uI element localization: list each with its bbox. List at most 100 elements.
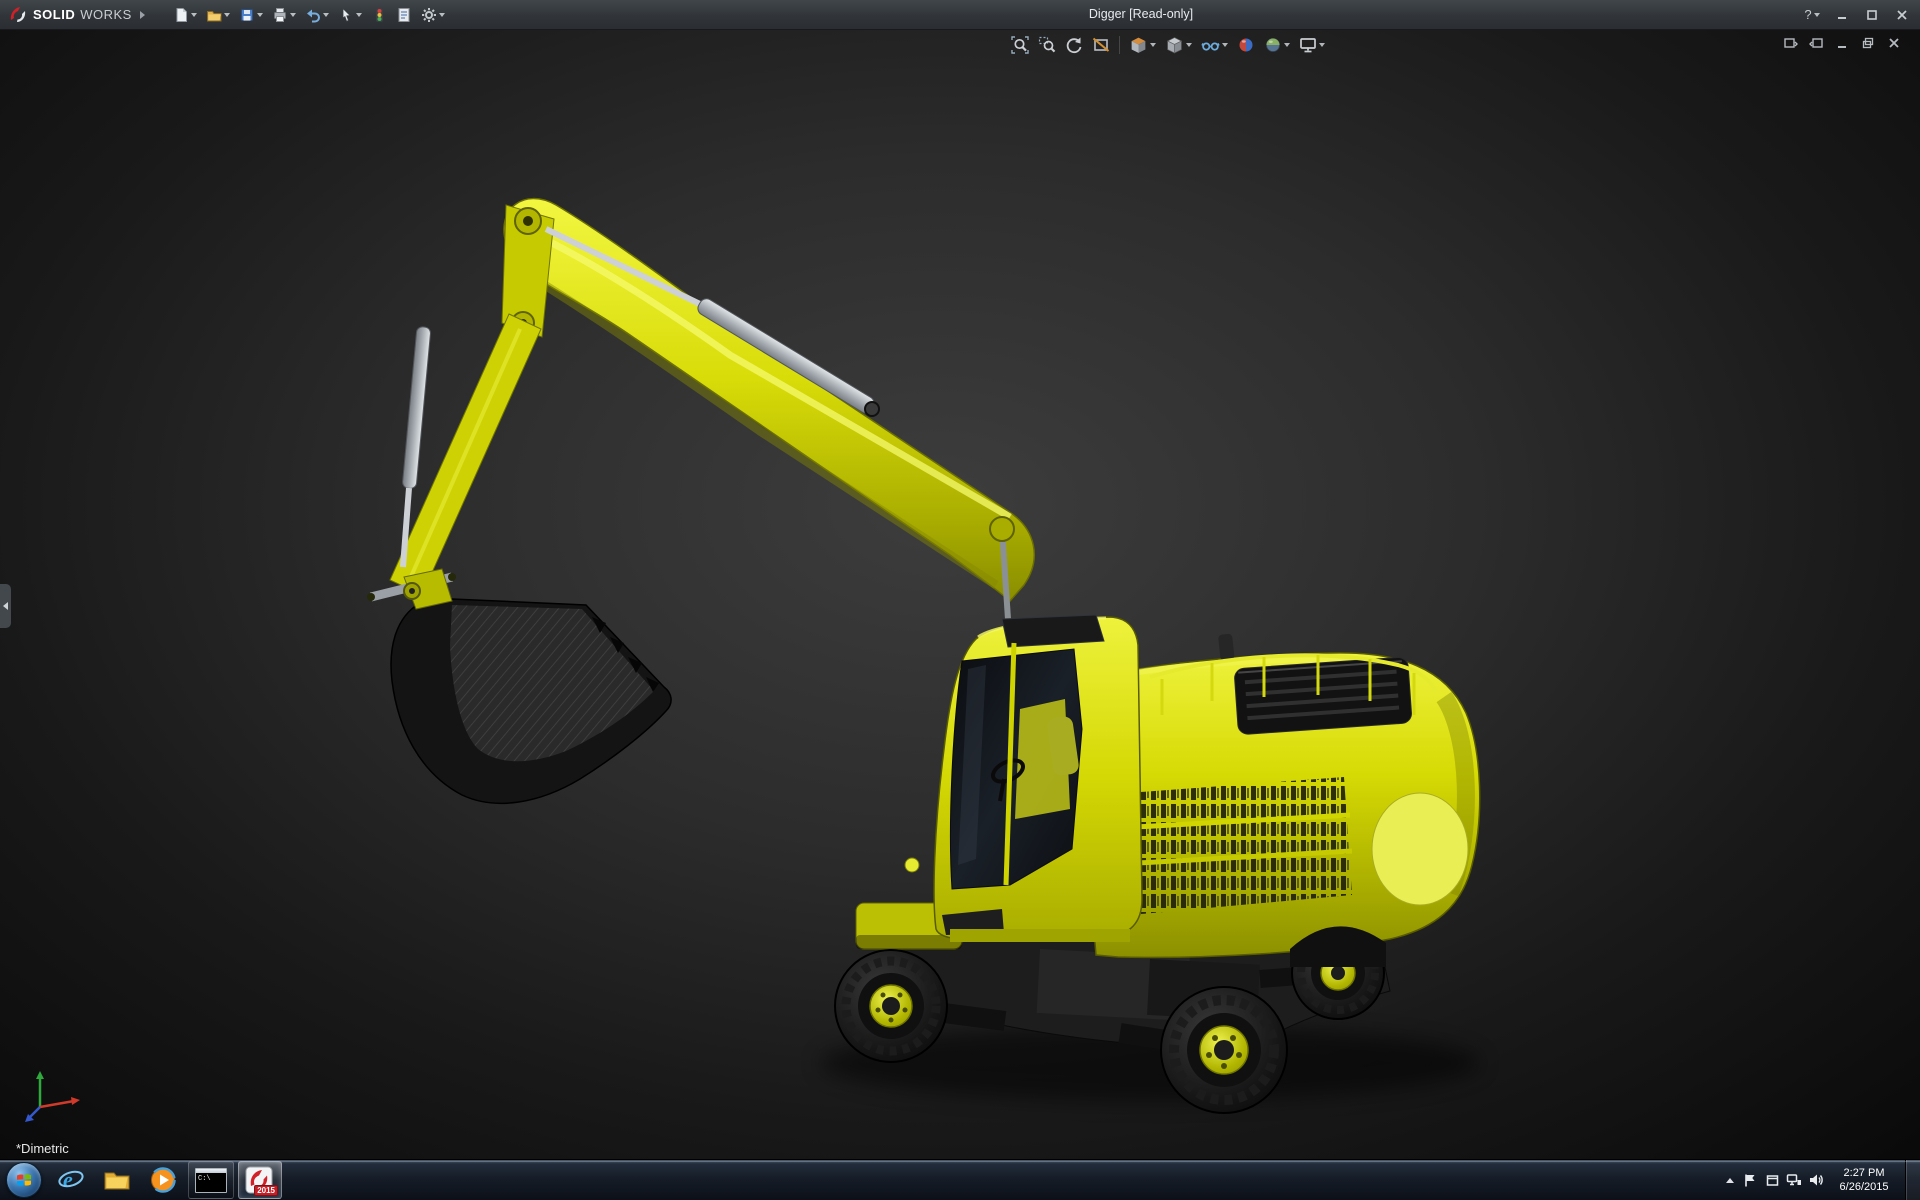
- open-button[interactable]: [202, 3, 234, 27]
- mdi-window-controls: [1780, 34, 1904, 52]
- dropdown-caret: [290, 13, 296, 17]
- rebuild-button[interactable]: [367, 3, 391, 27]
- taskbar-clock[interactable]: 2:27 PM 6/26/2015: [1827, 1166, 1901, 1194]
- previous-view-button[interactable]: [1062, 32, 1086, 58]
- close-document-icon: [1887, 36, 1901, 50]
- undo-button[interactable]: [301, 3, 333, 27]
- work-light: [905, 858, 919, 872]
- menu-expand-arrow-icon[interactable]: [140, 11, 145, 19]
- restore-window-left-icon: [1783, 36, 1798, 51]
- show-desktop-button[interactable]: [1905, 1160, 1920, 1200]
- dropdown-caret: [1319, 43, 1325, 47]
- section-view-button[interactable]: [1089, 32, 1113, 58]
- restore-window-left-button[interactable]: [1780, 34, 1800, 52]
- command-prompt-taskbar-button[interactable]: C:\: [188, 1161, 234, 1199]
- minimize-icon: [1836, 9, 1848, 21]
- engine-hood-vents: [1234, 657, 1412, 735]
- restore-window-right-button[interactable]: [1806, 34, 1826, 52]
- options-button[interactable]: [417, 3, 449, 27]
- front-right-wheel[interactable]: [1161, 987, 1287, 1113]
- windows-taskbar: e C:\: [0, 1159, 1920, 1200]
- view-settings-button[interactable]: [1296, 32, 1328, 58]
- display-style-button[interactable]: [1162, 32, 1195, 58]
- orientation-triad: [24, 1063, 88, 1132]
- engine-body[interactable]: [1091, 634, 1479, 967]
- app-name-light: WORKS: [80, 7, 132, 22]
- dropdown-caret: [191, 13, 197, 17]
- windows-flag-icon: [15, 1171, 33, 1189]
- close-button[interactable]: [1888, 4, 1916, 26]
- zoom-to-area-button[interactable]: [1035, 32, 1059, 58]
- hide-show-items-button[interactable]: [1198, 32, 1231, 58]
- dropdown-caret: [1186, 43, 1192, 47]
- apply-scene-button[interactable]: [1261, 32, 1293, 58]
- new-document-icon: [173, 7, 189, 23]
- action-center-button[interactable]: [1739, 1160, 1761, 1200]
- restore-document-button[interactable]: [1858, 34, 1878, 52]
- bucket[interactable]: [391, 569, 671, 803]
- restore-document-icon: [1861, 36, 1875, 50]
- triad-z-axis: [29, 1107, 40, 1118]
- internet-explorer-button[interactable]: e: [48, 1160, 94, 1200]
- help-button[interactable]: ?: [1798, 4, 1826, 26]
- open-folder-icon: [206, 7, 222, 23]
- save-disk-icon: [239, 7, 255, 23]
- solidworks-logo[interactable]: SOLID WORKS: [0, 0, 155, 29]
- main-toolbar: [169, 3, 449, 27]
- volume-button[interactable]: [1805, 1160, 1827, 1200]
- title-bar: SOLID WORKS: [0, 0, 1920, 30]
- featuremanager-flyout-tab[interactable]: [0, 584, 11, 628]
- view-orientation-label: *Dimetric: [16, 1141, 69, 1156]
- restore-window-right-icon: [1809, 36, 1824, 51]
- stick-arm[interactable]: [367, 314, 541, 614]
- graphics-viewport[interactable]: *Dimetric: [0, 29, 1920, 1160]
- solidworks-taskbar-button[interactable]: 2015: [238, 1161, 282, 1199]
- chevron-up-icon: [1726, 1178, 1734, 1183]
- media-player-button[interactable]: [140, 1160, 186, 1200]
- network-icon: [1786, 1172, 1802, 1188]
- dropdown-caret: [257, 13, 263, 17]
- dropdown-caret: [356, 13, 362, 17]
- heads-up-view-toolbar: [1008, 32, 1328, 58]
- app-status-button[interactable]: [1761, 1160, 1783, 1200]
- edit-appearance-sphere-icon: [1237, 36, 1255, 54]
- zoom-to-fit-button[interactable]: [1008, 32, 1032, 58]
- view-orientation-cube-icon: [1129, 36, 1148, 55]
- select-button[interactable]: [334, 3, 366, 27]
- clock-time: 2:27 PM: [1831, 1166, 1897, 1180]
- boom-arm[interactable]: [502, 199, 1034, 601]
- start-button[interactable]: [0, 1160, 48, 1200]
- solidworks-version-badge: 2015: [254, 1185, 278, 1196]
- minimize-document-button[interactable]: [1832, 34, 1852, 52]
- window-controls: ?: [1798, 0, 1916, 29]
- save-button[interactable]: [235, 3, 267, 27]
- dropdown-caret: [224, 13, 230, 17]
- windows-explorer-button[interactable]: [94, 1160, 140, 1200]
- zoom-to-fit-icon: [1011, 36, 1029, 54]
- dropdown-caret: [323, 13, 329, 17]
- print-button[interactable]: [268, 3, 300, 27]
- view-orientation-button[interactable]: [1126, 32, 1159, 58]
- close-document-button[interactable]: [1884, 34, 1904, 52]
- maximize-button[interactable]: [1858, 4, 1886, 26]
- edit-appearance-button[interactable]: [1234, 32, 1258, 58]
- command-prompt-text: C:\: [198, 1175, 211, 1183]
- collapse-left-icon: [3, 602, 8, 610]
- solidworks-window: SOLID WORKS: [0, 0, 1920, 1200]
- network-button[interactable]: [1783, 1160, 1805, 1200]
- excavator-model[interactable]: [0, 29, 1920, 1160]
- front-left-wheel[interactable]: [835, 950, 947, 1062]
- undo-arrow-icon: [305, 7, 321, 23]
- dropdown-caret: [1284, 43, 1290, 47]
- command-prompt-icon: C:\: [195, 1168, 227, 1193]
- file-properties-button[interactable]: [392, 3, 416, 27]
- file-properties-icon: [396, 7, 412, 23]
- app-name-bold: SOLID: [33, 7, 75, 22]
- hidden-icons-button[interactable]: [1721, 1160, 1739, 1200]
- svg-text:e: e: [63, 1167, 73, 1192]
- folder-icon: [103, 1166, 131, 1194]
- minimize-button[interactable]: [1828, 4, 1856, 26]
- cab[interactable]: [905, 615, 1142, 942]
- new-document-button[interactable]: [169, 3, 201, 27]
- hide-show-glasses-icon: [1201, 36, 1220, 55]
